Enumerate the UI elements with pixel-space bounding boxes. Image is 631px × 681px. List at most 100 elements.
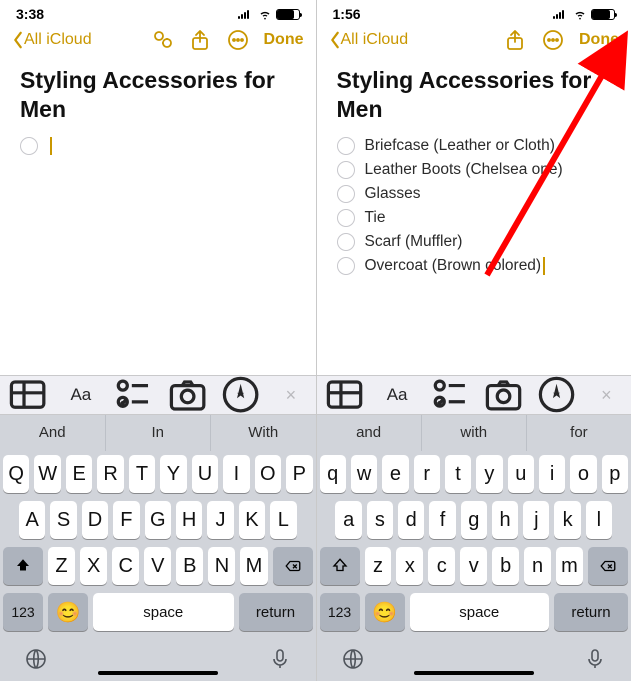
- key-m[interactable]: M: [240, 547, 267, 585]
- list-item[interactable]: Overcoat (Brown colored): [337, 254, 612, 278]
- key-p[interactable]: p: [602, 455, 628, 493]
- key-q[interactable]: q: [320, 455, 346, 493]
- key-j[interactable]: j: [523, 501, 549, 539]
- list-item[interactable]: Briefcase (Leather or Cloth): [337, 134, 612, 158]
- item-text[interactable]: Glasses: [365, 185, 421, 203]
- key-u[interactable]: u: [508, 455, 534, 493]
- text-format-button[interactable]: Aa: [59, 379, 102, 411]
- radio-icon[interactable]: [337, 257, 355, 275]
- key-m[interactable]: m: [556, 547, 583, 585]
- table-icon[interactable]: [6, 379, 49, 411]
- key-t[interactable]: T: [129, 455, 155, 493]
- item-text[interactable]: Briefcase (Leather or Cloth): [365, 137, 555, 155]
- note-title[interactable]: Styling Accessories for Men: [20, 66, 296, 124]
- markup-icon[interactable]: [219, 379, 262, 411]
- numbers-key[interactable]: 123: [320, 593, 360, 631]
- close-accessory-button[interactable]: ×: [272, 385, 309, 406]
- key-j[interactable]: J: [207, 501, 233, 539]
- key-a[interactable]: A: [19, 501, 45, 539]
- key-q[interactable]: Q: [3, 455, 29, 493]
- return-key[interactable]: return: [554, 593, 628, 631]
- suggestion[interactable]: With: [211, 415, 316, 451]
- camera-icon[interactable]: [482, 379, 525, 411]
- suggestion[interactable]: And: [0, 415, 106, 451]
- suggestion[interactable]: In: [106, 415, 212, 451]
- key-s[interactable]: s: [367, 501, 393, 539]
- done-button[interactable]: Done: [264, 31, 304, 49]
- checklist-icon[interactable]: [112, 379, 155, 411]
- radio-icon[interactable]: [337, 137, 355, 155]
- text-format-button[interactable]: Aa: [376, 379, 419, 411]
- checklist[interactable]: Briefcase (Leather or Cloth) Leather Boot…: [337, 134, 612, 278]
- key-h[interactable]: h: [492, 501, 518, 539]
- note-title[interactable]: Styling Accessories for Men: [337, 66, 612, 124]
- key-w[interactable]: W: [34, 455, 60, 493]
- key-c[interactable]: C: [112, 547, 139, 585]
- key-z[interactable]: Z: [48, 547, 75, 585]
- key-t[interactable]: t: [445, 455, 471, 493]
- return-key[interactable]: return: [239, 593, 313, 631]
- emoji-key[interactable]: 😊: [48, 593, 88, 631]
- key-a[interactable]: a: [335, 501, 361, 539]
- back-button[interactable]: All iCloud: [12, 31, 92, 49]
- key-b[interactable]: B: [176, 547, 203, 585]
- more-icon[interactable]: [541, 28, 565, 52]
- key-f[interactable]: F: [113, 501, 139, 539]
- key-z[interactable]: z: [365, 547, 392, 585]
- home-indicator[interactable]: [414, 671, 534, 675]
- key-x[interactable]: x: [396, 547, 423, 585]
- mic-icon[interactable]: [268, 647, 292, 671]
- emoji-key[interactable]: 😊: [365, 593, 405, 631]
- globe-icon[interactable]: [341, 647, 365, 671]
- suggestion[interactable]: for: [527, 415, 631, 451]
- note-content[interactable]: Styling Accessories for Men: [0, 58, 316, 375]
- shift-key[interactable]: [3, 547, 43, 585]
- backspace-key[interactable]: [588, 547, 628, 585]
- key-n[interactable]: N: [208, 547, 235, 585]
- mic-icon[interactable]: [583, 647, 607, 671]
- note-content[interactable]: Styling Accessories for Men Briefcase (L…: [317, 58, 631, 375]
- checklist-icon[interactable]: [429, 379, 472, 411]
- suggestion[interactable]: with: [422, 415, 527, 451]
- close-accessory-button[interactable]: ×: [588, 385, 625, 406]
- space-key[interactable]: space: [93, 593, 234, 631]
- back-button[interactable]: All iCloud: [329, 31, 409, 49]
- item-text[interactable]: Tie: [365, 209, 386, 227]
- item-text[interactable]: Scarf (Muffler): [365, 233, 463, 251]
- key-g[interactable]: G: [145, 501, 171, 539]
- checklist[interactable]: [20, 134, 296, 158]
- key-y[interactable]: y: [476, 455, 502, 493]
- done-button[interactable]: Done: [579, 31, 619, 49]
- key-h[interactable]: H: [176, 501, 202, 539]
- key-k[interactable]: K: [239, 501, 265, 539]
- home-indicator[interactable]: [98, 671, 218, 675]
- table-icon[interactable]: [323, 379, 366, 411]
- key-b[interactable]: b: [492, 547, 519, 585]
- key-l[interactable]: l: [586, 501, 612, 539]
- shift-key[interactable]: [320, 547, 360, 585]
- key-y[interactable]: Y: [160, 455, 186, 493]
- key-v[interactable]: V: [144, 547, 171, 585]
- collab-icon[interactable]: [150, 28, 174, 52]
- key-n[interactable]: n: [524, 547, 551, 585]
- key-p[interactable]: P: [286, 455, 312, 493]
- share-icon[interactable]: [503, 28, 527, 52]
- share-icon[interactable]: [188, 28, 212, 52]
- key-r[interactable]: R: [97, 455, 123, 493]
- key-w[interactable]: w: [351, 455, 377, 493]
- key-o[interactable]: O: [255, 455, 281, 493]
- key-k[interactable]: k: [554, 501, 580, 539]
- list-item[interactable]: Glasses: [337, 182, 612, 206]
- list-item[interactable]: Tie: [337, 206, 612, 230]
- numbers-key[interactable]: 123: [3, 593, 43, 631]
- space-key[interactable]: space: [410, 593, 550, 631]
- key-l[interactable]: L: [270, 501, 296, 539]
- key-d[interactable]: D: [82, 501, 108, 539]
- item-text[interactable]: Leather Boots (Chelsea one): [365, 161, 563, 179]
- markup-icon[interactable]: [535, 379, 578, 411]
- radio-icon[interactable]: [337, 161, 355, 179]
- key-e[interactable]: E: [66, 455, 92, 493]
- key-d[interactable]: d: [398, 501, 424, 539]
- item-text[interactable]: Overcoat (Brown colored): [365, 257, 545, 275]
- key-r[interactable]: r: [414, 455, 440, 493]
